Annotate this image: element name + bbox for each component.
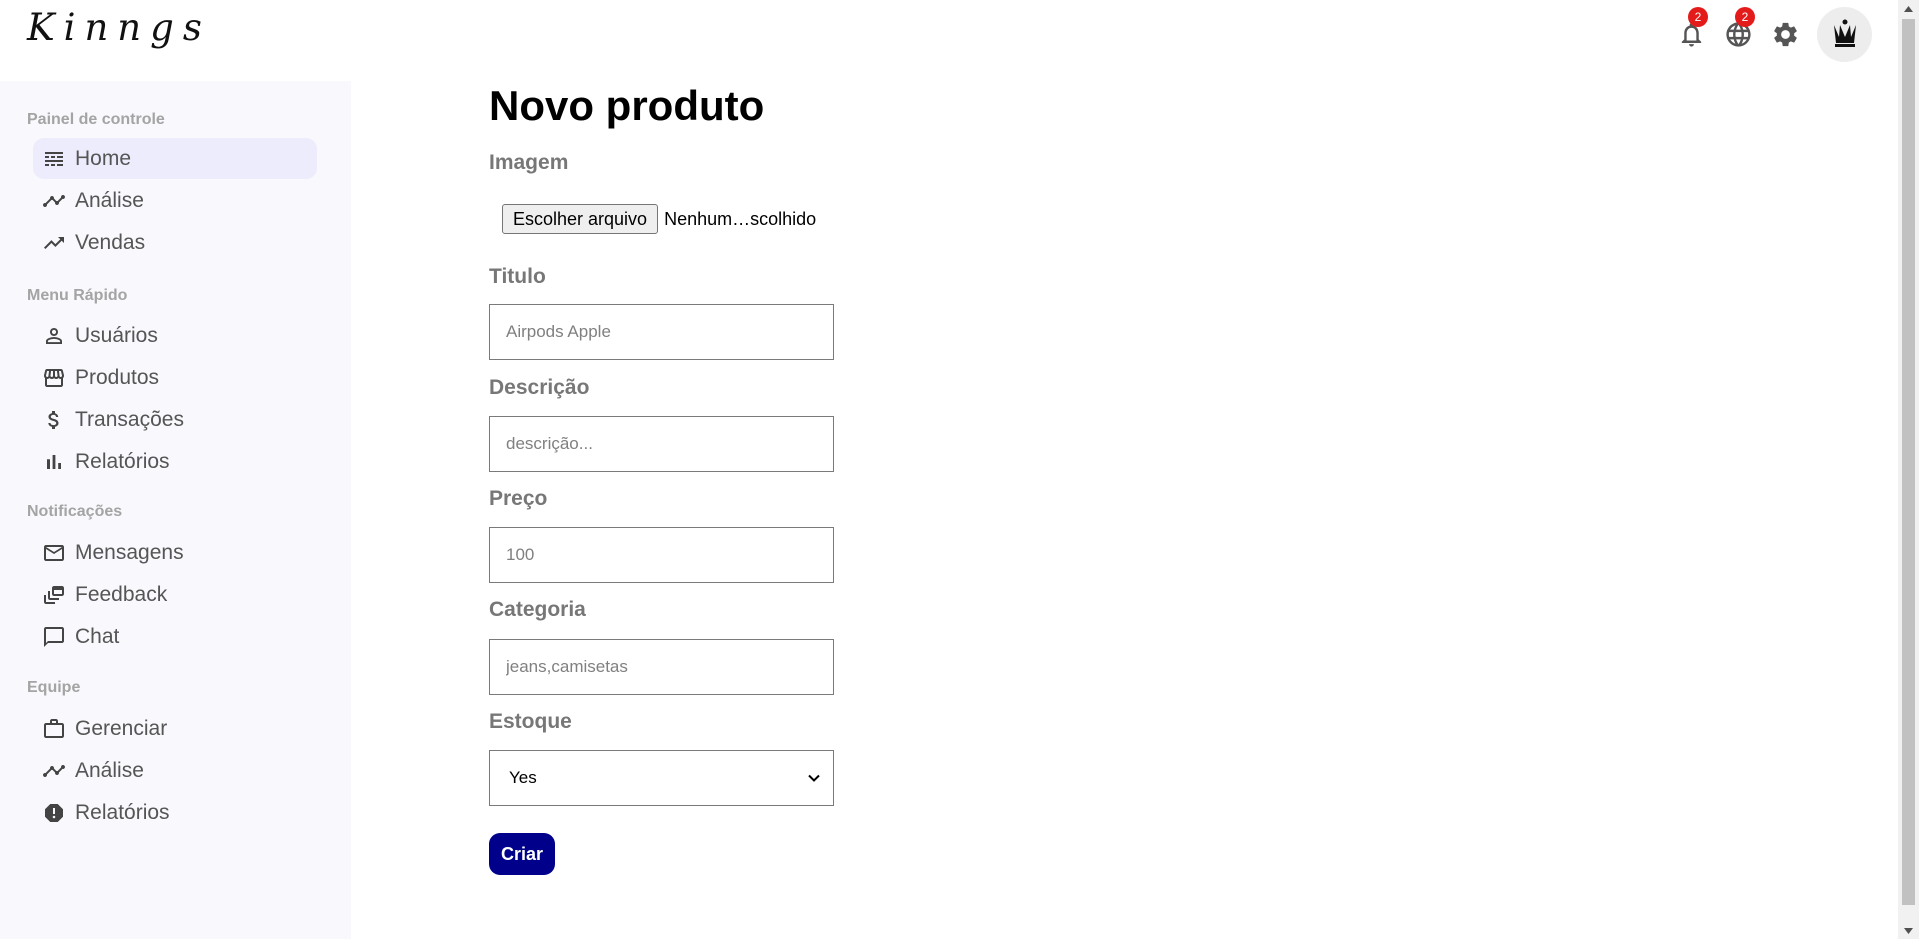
sidebar-item-label: Análise	[75, 188, 144, 212]
file-status: Nenhum…scolhido	[664, 208, 817, 229]
page-title: Novo produto	[489, 82, 765, 129]
sidebar-item-label: Chat	[75, 624, 120, 648]
stock-select[interactable]: Yes	[489, 750, 834, 806]
price-label: Preço	[489, 487, 548, 510]
sidebar-item-relatorios[interactable]: Relatórios	[33, 441, 317, 482]
image-file-input: Escolher arquivo Nenhum…scolhido	[502, 204, 816, 234]
sidebar-item-label: Usuários	[75, 323, 158, 347]
sidebar: Painel de controle Home Análise Vendas M…	[0, 81, 351, 939]
sidebar-item-label: Vendas	[75, 230, 146, 254]
sidebar-item-mensagens[interactable]: Mensagens	[33, 532, 317, 573]
scroll-up-arrow-icon[interactable]	[1898, 0, 1919, 17]
title-label: Titulo	[489, 265, 546, 288]
sidebar-item-feedback[interactable]: Feedback	[33, 574, 317, 615]
sidebar-section-title: Painel de controle	[27, 111, 165, 128]
stock-label: Estoque	[489, 710, 572, 733]
sidebar-item-home[interactable]: Home	[33, 138, 317, 179]
category-input[interactable]	[489, 639, 834, 695]
create-button[interactable]: Criar	[489, 833, 555, 875]
dashboard-icon	[41, 146, 67, 172]
title-input[interactable]	[489, 304, 834, 360]
dynamic-feed-icon	[41, 582, 67, 608]
language-badge: 2	[1735, 7, 1755, 27]
app-logo[interactable]: Kinngs	[27, 6, 211, 49]
sidebar-item-gerenciar[interactable]: Gerenciar	[33, 708, 317, 749]
sidebar-item-label: Relatórios	[75, 449, 170, 473]
mail-icon	[41, 540, 67, 566]
sidebar-item-label: Produtos	[75, 365, 160, 389]
image-label: Imagem	[489, 151, 569, 174]
top-bar: Kinngs 2 2	[0, 0, 1898, 80]
sidebar-item-vendas[interactable]: Vendas	[33, 222, 317, 263]
user-avatar[interactable]	[1817, 6, 1872, 62]
report-icon	[41, 800, 67, 826]
trending-up-icon	[41, 230, 67, 256]
person-icon	[41, 323, 67, 349]
scroll-down-arrow-icon[interactable]	[1898, 922, 1919, 939]
sidebar-item-relatorios-equipe[interactable]: Relatórios	[33, 792, 317, 833]
description-label: Descrição	[489, 376, 590, 399]
sidebar-item-chat[interactable]: Chat	[33, 616, 317, 657]
chat-bubble-icon	[41, 624, 67, 650]
price-input[interactable]	[489, 527, 834, 583]
description-input[interactable]	[489, 416, 834, 472]
top-icons: 2 2	[1668, 6, 1898, 62]
briefcase-icon	[41, 716, 67, 742]
bar-chart-icon	[41, 449, 67, 475]
sidebar-item-usuarios[interactable]: Usuários	[33, 315, 317, 356]
storefront-icon	[41, 365, 67, 391]
sidebar-item-transacoes[interactable]: Transações	[33, 399, 317, 440]
settings-button[interactable]	[1762, 6, 1809, 62]
sidebar-section-title: Equipe	[27, 679, 81, 696]
sidebar-item-label: Home	[75, 146, 132, 170]
scroll-thumb[interactable]	[1902, 19, 1915, 905]
timeline-icon	[41, 758, 67, 784]
notifications-button[interactable]: 2	[1668, 6, 1715, 62]
page-scrollbar[interactable]	[1898, 0, 1919, 939]
crown-avatar-icon	[1833, 19, 1856, 47]
sidebar-item-label: Análise	[75, 758, 144, 782]
sidebar-item-produtos[interactable]: Produtos	[33, 357, 317, 398]
sidebar-item-label: Feedback	[75, 582, 168, 606]
stock-selected-value: Yes	[509, 768, 537, 787]
sidebar-section-title: Menu Rápido	[27, 287, 128, 304]
sidebar-section-title: Notificações	[27, 503, 123, 520]
category-label: Categoria	[489, 598, 586, 621]
language-button[interactable]: 2	[1715, 6, 1762, 62]
chevron-down-icon	[808, 774, 820, 782]
dollar-icon	[41, 407, 67, 433]
sidebar-item-label: Transações	[75, 407, 184, 431]
sidebar-item-label: Gerenciar	[75, 716, 168, 740]
gear-icon	[1774, 22, 1797, 46]
sidebar-item-analise[interactable]: Análise	[33, 180, 317, 221]
sidebar-item-analise-equipe[interactable]: Análise	[33, 750, 317, 791]
timeline-icon	[41, 188, 67, 214]
notifications-badge: 2	[1688, 7, 1708, 27]
sidebar-item-label: Mensagens	[75, 540, 184, 564]
choose-file-button[interactable]: Escolher arquivo	[502, 204, 659, 234]
sidebar-item-label: Relatórios	[75, 800, 170, 824]
